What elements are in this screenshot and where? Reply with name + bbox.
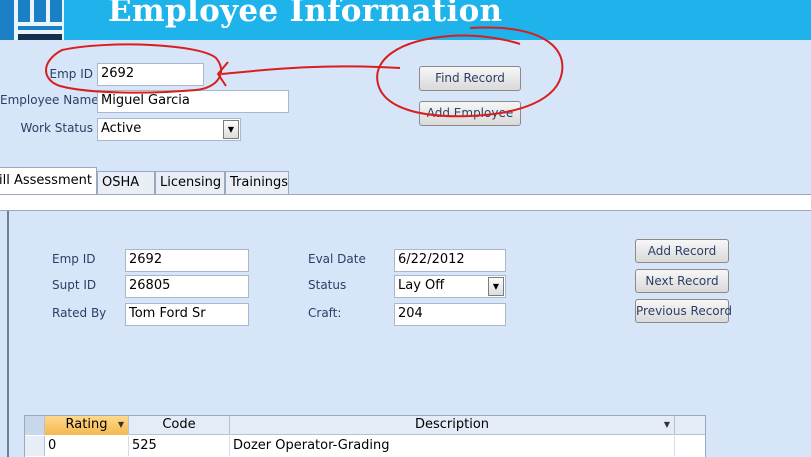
supt-id-label: Supt ID (52, 278, 97, 292)
find-record-button[interactable]: Find Record (419, 66, 521, 91)
rated-by-input[interactable]: Tom Ford Sr (125, 303, 249, 326)
rating-cell[interactable]: 0 (45, 436, 129, 456)
craft-label: Craft: (308, 306, 342, 320)
supt-id-input[interactable]: 26805 (125, 275, 249, 298)
emp-id-label: Emp ID (49, 67, 93, 81)
eval-date-input[interactable]: 6/22/2012 (394, 249, 506, 272)
status-value: Lay Off (398, 278, 445, 293)
previous-record-button[interactable]: Previous Record (635, 299, 732, 323)
annotation-arrow (221, 65, 401, 75)
dropdown-arrow-icon[interactable]: ▼ (118, 416, 124, 434)
work-status-value: Active (101, 121, 142, 136)
sub-emp-id-input[interactable]: 2692 (125, 249, 249, 272)
sub-emp-id-label: Emp ID (52, 252, 96, 266)
work-status-label: Work Status (20, 121, 93, 135)
craft-input[interactable]: 204 (394, 303, 506, 326)
work-status-select[interactable]: Active ▼ (97, 118, 241, 141)
tab-osha[interactable]: OSHA (97, 171, 155, 194)
column-header-rating[interactable]: Rating ▼ (45, 416, 129, 435)
add-employee-button[interactable]: Add Employee (419, 101, 521, 126)
description-cell[interactable]: Dozer Operator-Grading (230, 436, 675, 456)
assessment-grid: Rating ▼ Code Description ▼ 0 525 Dozer … (24, 415, 706, 457)
page-title: Employee Information (108, 0, 503, 29)
tab-strip (0, 194, 811, 211)
column-header-description[interactable]: Description ▼ (230, 416, 675, 435)
row-selector[interactable] (25, 436, 45, 456)
annotation-arrowhead (216, 61, 229, 87)
employee-name-label: Employee Name (0, 93, 99, 107)
tab-licensing[interactable]: Licensing (155, 171, 225, 194)
chevron-down-icon[interactable]: ▼ (223, 120, 239, 139)
eval-date-label: Eval Date (308, 252, 366, 266)
add-record-button[interactable]: Add Record (635, 239, 729, 263)
app-header: Employee Information (0, 0, 811, 40)
emp-id-input[interactable]: 2692 (97, 63, 204, 86)
company-logo (0, 0, 64, 40)
dropdown-arrow-icon[interactable]: ▼ (664, 416, 670, 434)
tab-trainings[interactable]: Trainings (225, 171, 289, 194)
status-label: Status (308, 278, 347, 292)
next-record-button[interactable]: Next Record (635, 269, 729, 293)
code-cell[interactable]: 525 (129, 436, 230, 456)
chevron-down-icon[interactable]: ▼ (488, 277, 504, 296)
table-row[interactable]: 0 525 Dozer Operator-Grading (25, 436, 705, 456)
select-all-corner[interactable] (25, 416, 45, 435)
rated-by-label: Rated By (52, 306, 107, 320)
column-header-code[interactable]: Code (129, 416, 230, 435)
tab-skill-assessment[interactable]: ill Assessment (0, 167, 97, 194)
subform-border (7, 211, 9, 457)
grid-header: Rating ▼ Code Description ▼ (25, 416, 705, 435)
status-select[interactable]: Lay Off ▼ (394, 275, 506, 298)
employee-name-input[interactable]: Miguel Garcia (97, 90, 289, 113)
